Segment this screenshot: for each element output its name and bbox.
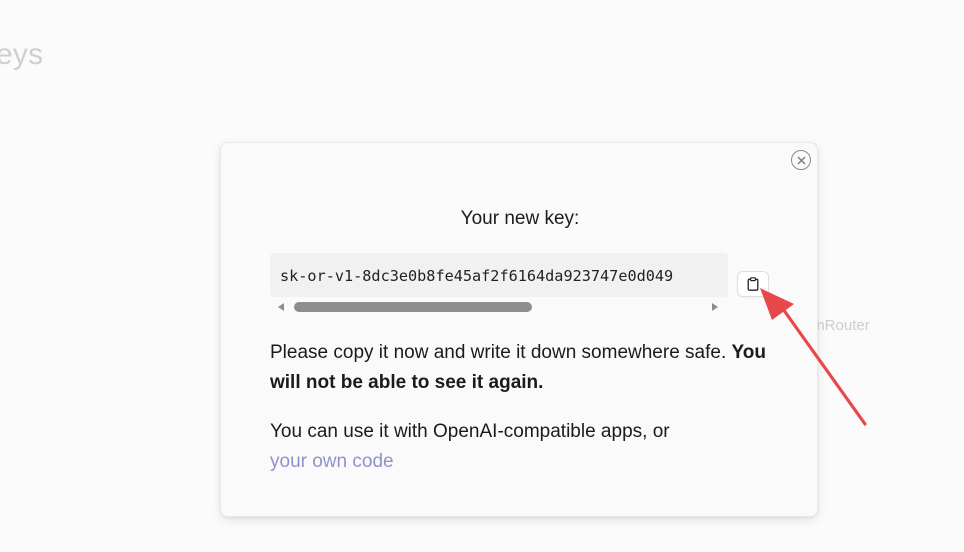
warning-text: Please copy it now and write it down som… (270, 342, 727, 363)
scroll-right-arrow-icon[interactable] (712, 303, 718, 311)
close-button[interactable] (791, 150, 811, 170)
scroll-left-arrow-icon[interactable] (278, 303, 284, 311)
usage-paragraph: You can use it with OpenAI-compatible ap… (270, 417, 770, 477)
scroll-thumb[interactable] (294, 302, 532, 312)
page-title-fragment: eys (0, 38, 44, 71)
modal-heading: Your new key: (460, 208, 580, 229)
your-own-code-link[interactable]: your own code (270, 451, 394, 472)
copy-key-button[interactable] (737, 271, 769, 297)
usage-text: You can use it with OpenAI-compatible ap… (270, 421, 670, 442)
api-key-field[interactable]: sk-or-v1-8dc3e0b8fe45af2f6164da923747e0d… (270, 253, 728, 297)
api-key-value[interactable]: sk-or-v1-8dc3e0b8fe45af2f6164da923747e0d… (280, 267, 673, 285)
clipboard-icon (747, 277, 759, 291)
warning-paragraph: Please copy it now and write it down som… (270, 338, 770, 398)
close-icon (797, 156, 805, 164)
new-key-modal: Your new key: sk-or-v1-8dc3e0b8fe45af2f6… (220, 142, 818, 517)
key-horizontal-scrollbar[interactable] (270, 299, 728, 314)
